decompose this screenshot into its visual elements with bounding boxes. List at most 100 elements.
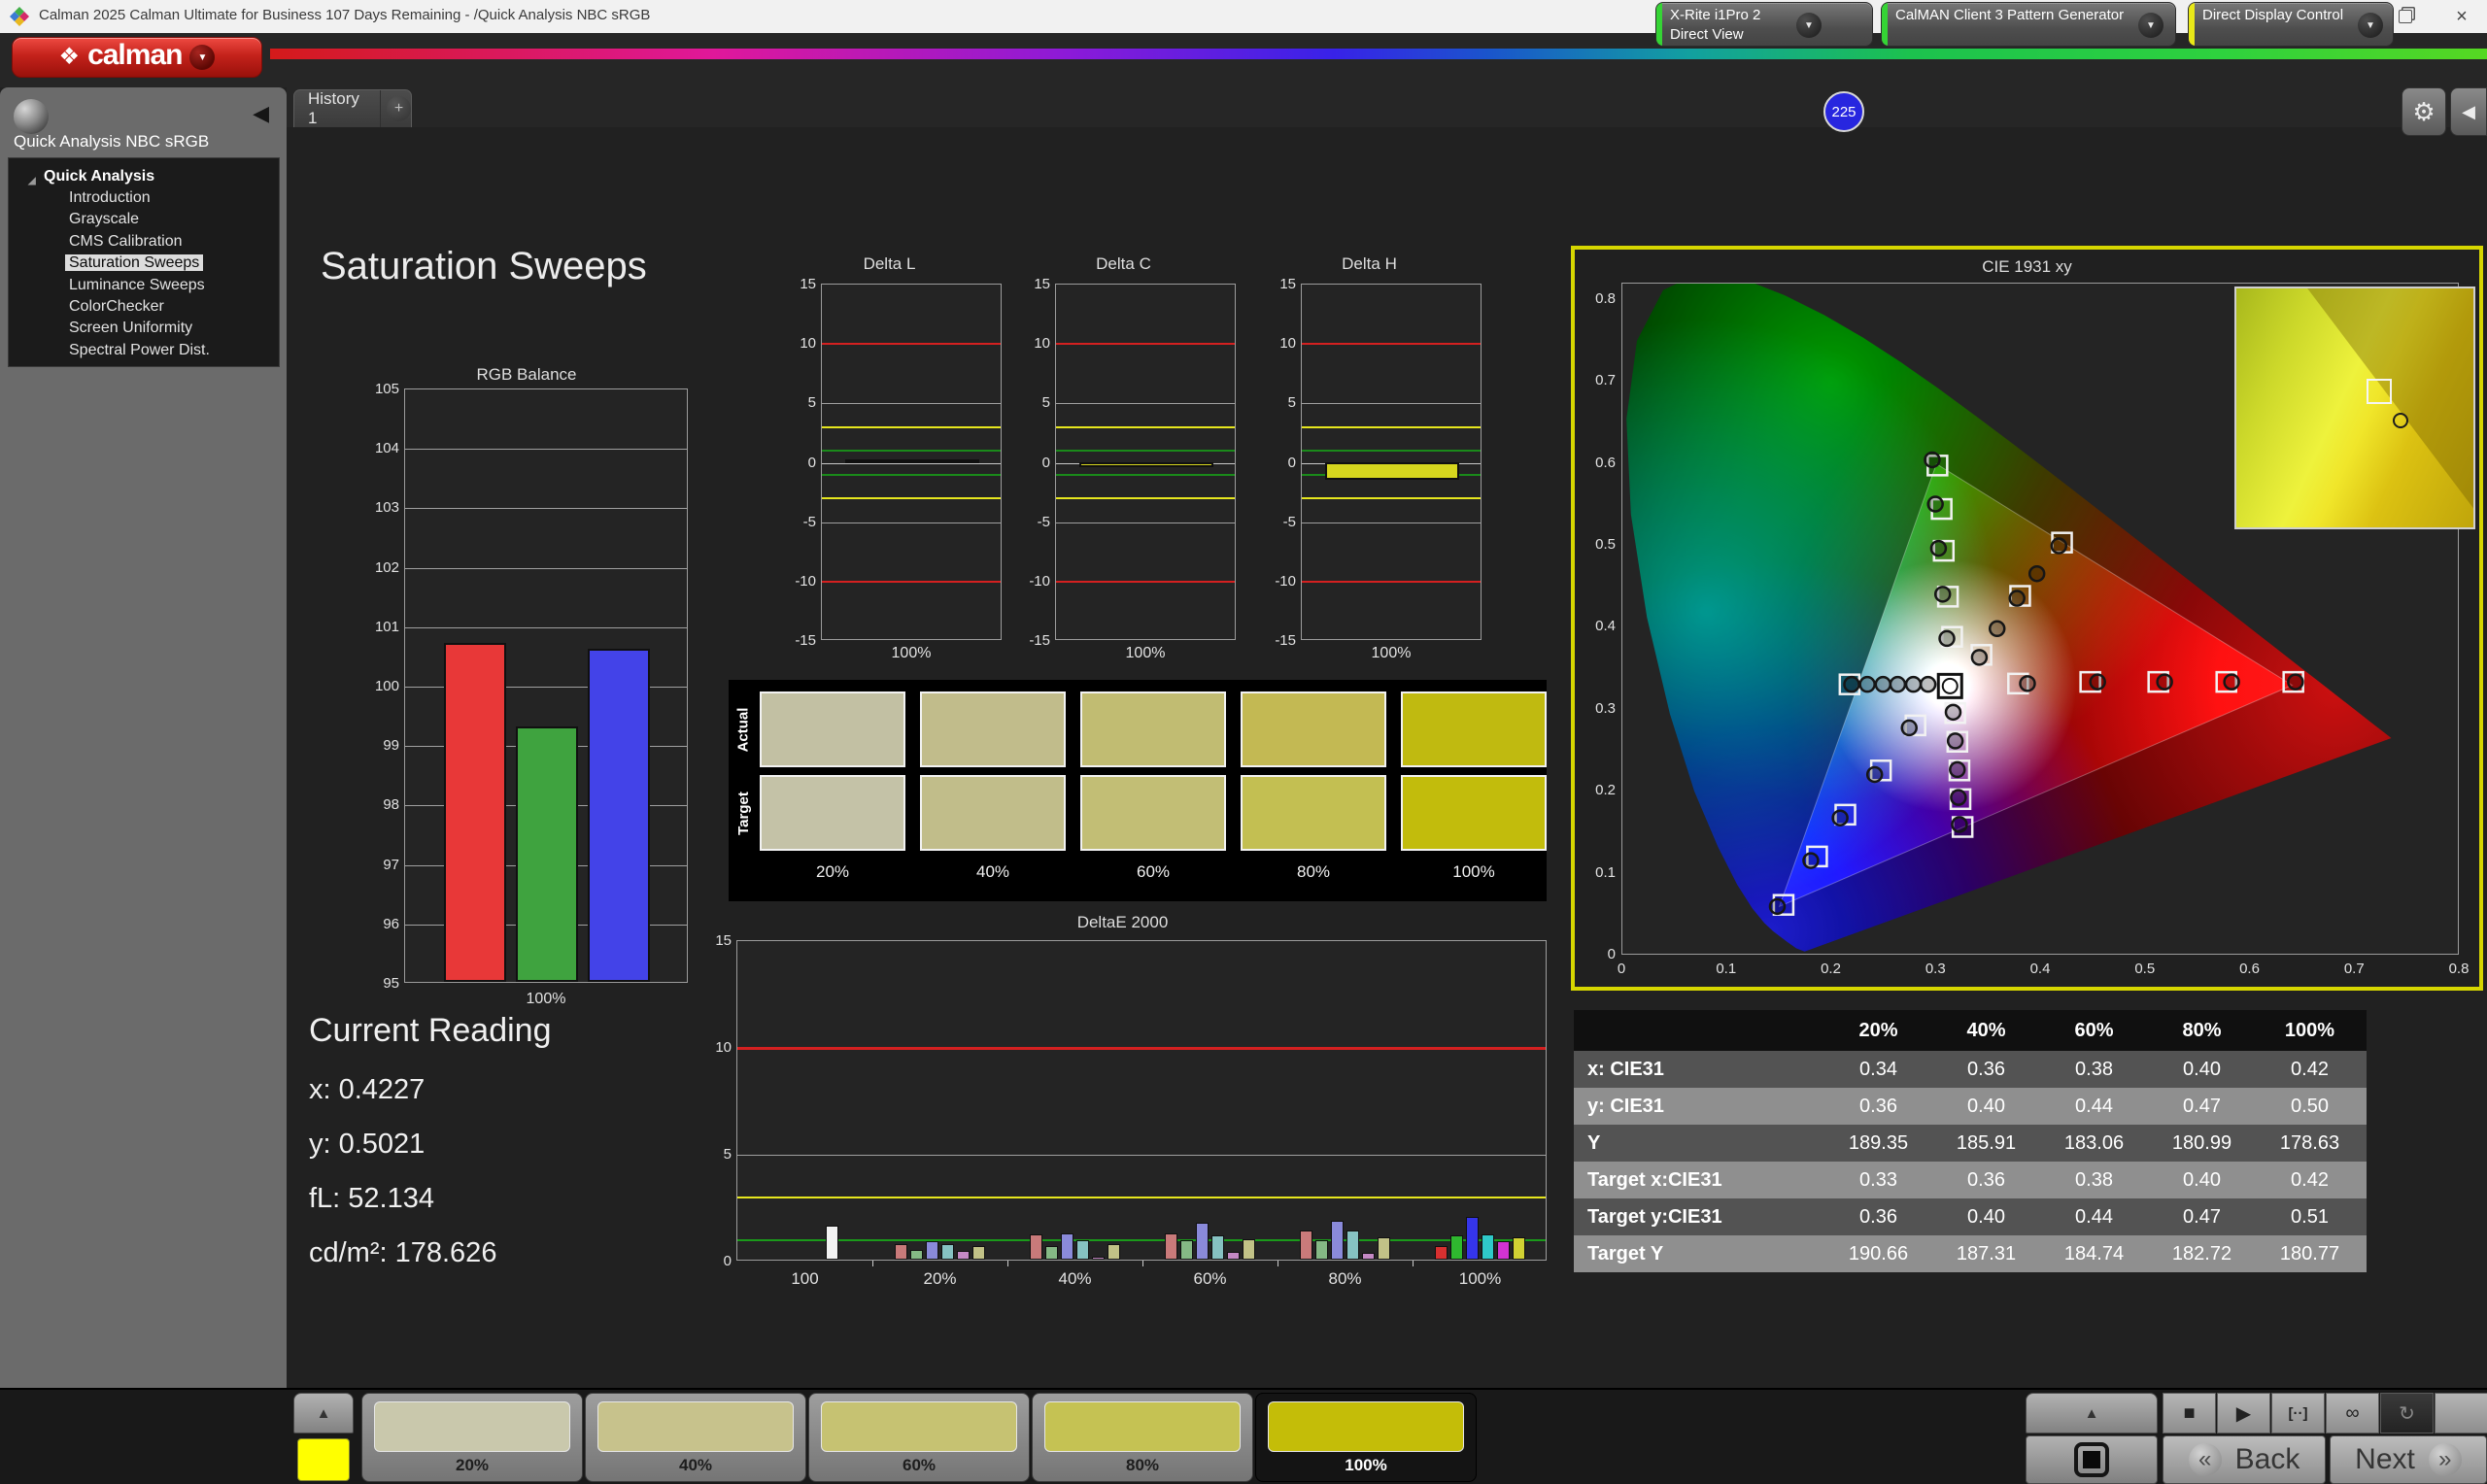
back-button[interactable]: « Back [2163, 1435, 2326, 1484]
back-label: Back [2234, 1443, 2300, 1475]
cie-1931-chart[interactable]: CIE 1931 xy 0 0.1 0.2 0.3 0.4 0.5 0.6 0.7 0.8 0 0.… [1571, 246, 2483, 991]
tree-root-label: Quick Analysis [44, 168, 155, 185]
tab-history-1[interactable]: History 1 + [293, 89, 412, 127]
deltae-group-label: 60% [1193, 1269, 1227, 1288]
sidebar-item-cms-calibration[interactable]: CMS Calibration [9, 231, 279, 253]
display-control-dropdown[interactable]: Direct Display Control ▼ [2188, 2, 2394, 47]
deltae-2000-chart[interactable]: DeltaE 2000 0 5 10 15 100 20% 40% 60% 80% 100% [693, 913, 1552, 1294]
play-button[interactable]: ▶ [2217, 1393, 2270, 1433]
deltae-bar [1346, 1231, 1359, 1260]
y-tick-label: 5 [807, 394, 816, 412]
deltae-plot: 0 5 10 15 100 20% 40% 60% 80% 100% [715, 932, 1547, 1288]
calman-app: Calman 2025 Calman Ultimate for Business… [0, 0, 2487, 1484]
add-tab-button[interactable]: + [387, 96, 411, 121]
deltae-bar [1466, 1217, 1479, 1260]
deltae-bar [1076, 1240, 1089, 1260]
pattern-level-80%[interactable]: 80% [1032, 1393, 1253, 1482]
y-tick-label: 0.3 [1595, 699, 1616, 717]
calman-menu-button[interactable]: ❖ calman ▼ [12, 37, 262, 78]
pattern-level-60%[interactable]: 60% [808, 1393, 1030, 1482]
deltae-bar [1513, 1236, 1525, 1260]
sidebar-item-introduction[interactable]: Introduction [9, 187, 279, 209]
measured-point [1929, 539, 1948, 557]
reference-line [822, 473, 1001, 476]
reference-line [822, 425, 1001, 428]
refresh-button[interactable]: ↻ [2380, 1393, 2434, 1433]
pattern-window-button[interactable] [2026, 1435, 2158, 1484]
deltae-bar [972, 1245, 985, 1260]
table-cell: 0.51 [2291, 1205, 2329, 1228]
measured-point [1951, 816, 1968, 833]
row-label-text: Actual [734, 707, 752, 752]
table-cell: 0.44 [2075, 1205, 2113, 1228]
blank-button[interactable] [2435, 1393, 2487, 1433]
deltae-bar [1227, 1252, 1240, 1260]
sidebar-item-colorchecker[interactable]: ColorChecker [9, 296, 279, 318]
workflow-sphere-button[interactable] [14, 99, 49, 134]
table-cell: 0.36 [1967, 1058, 2005, 1080]
measured-point [1933, 586, 1952, 603]
y-tick-label: 5 [1041, 394, 1050, 412]
measured-point [1988, 620, 2006, 638]
table-row: Target x:CIE31 0.33 0.36 0.38 0.40 0.42 [1574, 1162, 2367, 1198]
sidebar-item-luminance-sweeps[interactable]: Luminance Sweeps [9, 275, 279, 296]
chevron-down-icon: ▼ [189, 45, 216, 70]
app-diamond-icon [10, 7, 29, 26]
table-header-cell: 80% [2182, 1019, 2222, 1041]
table-row: Target y:CIE31 0.36 0.40 0.44 0.47 0.51 [1574, 1198, 2367, 1235]
pattern-color-swatch[interactable] [297, 1438, 350, 1481]
sidebar-item-grayscale[interactable]: Grayscale [9, 209, 279, 230]
deltae-bar [895, 1243, 907, 1260]
reference-line [1302, 343, 1481, 346]
delta-h-chart[interactable]: Delta H 15 10 5 0 -5 -10 -15 100% [1257, 254, 1482, 662]
settings-button[interactable]: ⚙ [2402, 87, 2446, 136]
chart-title: DeltaE 2000 [1076, 913, 1169, 931]
pattern-level-20%[interactable]: 20% [361, 1393, 583, 1482]
sidebar-collapse-icon[interactable]: ◀ [253, 101, 269, 126]
tree-root-quick-analysis[interactable]: ◢ Quick Analysis [9, 166, 279, 187]
table-cell: 0.50 [2291, 1095, 2329, 1117]
table-cell: 0.40 [2183, 1168, 2221, 1191]
sidebar-item-spectral-power-dist-[interactable]: Spectral Power Dist. [9, 340, 279, 361]
pattern-generator-dropdown[interactable]: CalMAN Client 3 Pattern Generator ▼ [1881, 2, 2176, 47]
deltae-bar [1092, 1257, 1105, 1260]
next-button[interactable]: Next » [2330, 1435, 2487, 1484]
delta-c-chart[interactable]: Delta C 15 10 5 0 -5 -10 -15 100% [1011, 254, 1236, 662]
meter-mode: Direct View [1670, 26, 1744, 43]
pattern-up-button[interactable]: ▲ [293, 1393, 354, 1433]
rgb-balance-chart[interactable]: RGB Balance 95 96 97 98 99 100 101 102 103 104 105… [361, 365, 692, 1026]
x-axis-label: 100% [526, 991, 566, 1007]
step-button[interactable]: [··] [2271, 1393, 2325, 1433]
deltae-bar [1045, 1245, 1058, 1260]
meter-dropdown[interactable]: X-Rite i1Pro 2 Direct View ▼ [1655, 2, 1873, 47]
y-tick-label: 0 [807, 454, 816, 471]
deltae-bar [1165, 1232, 1177, 1260]
y-tick-label: 15 [1279, 276, 1296, 292]
delta-l-chart[interactable]: Delta L 15 10 5 0 -5 -10 -15 100% [777, 254, 1002, 662]
sidebar: ◀ Quick Analysis NBC sRGB ◢ Quick Analys… [0, 87, 287, 1388]
current-reading: Current Reading x: 0.4227 y: 0.5021 fL: 52… [309, 1012, 551, 1268]
close-icon[interactable]: × [2436, 0, 2487, 33]
transport-up-button[interactable]: ▲ [2026, 1393, 2158, 1433]
sidebar-item-label: Luminance Sweeps [69, 276, 205, 293]
sidebar-item-saturation-sweeps[interactable]: Saturation Sweeps [9, 253, 279, 274]
reference-line [1056, 425, 1235, 428]
loop-button[interactable]: ∞ [2326, 1393, 2379, 1433]
stop-button[interactable]: ■ [2163, 1393, 2216, 1433]
y-tick-label: 96 [383, 915, 399, 932]
sidebar-item-screen-uniformity[interactable]: Screen Uniformity [9, 318, 279, 339]
x-tick-label: 0.3 [1925, 961, 1946, 977]
table-cell: 189.35 [1848, 1131, 1909, 1154]
table-cell: 185.91 [1956, 1131, 2017, 1154]
measured-point [1926, 495, 1944, 513]
pattern-level-100%[interactable]: 100% [1255, 1393, 1477, 1482]
deltae-bar [1180, 1240, 1193, 1260]
deltae-bar [1030, 1233, 1042, 1260]
arrow-up-icon: ▲ [2084, 1404, 2099, 1422]
table-cell: 178.63 [2279, 1131, 2340, 1154]
x-tick-label: 0.8 [2448, 961, 2470, 977]
collapse-panel-button[interactable]: ◀ [2450, 87, 2487, 136]
table-row: y: CIE31 0.36 0.40 0.44 0.47 0.50 [1574, 1088, 2367, 1125]
y-tick-label: 15 [800, 276, 816, 292]
pattern-level-40%[interactable]: 40% [585, 1393, 806, 1482]
